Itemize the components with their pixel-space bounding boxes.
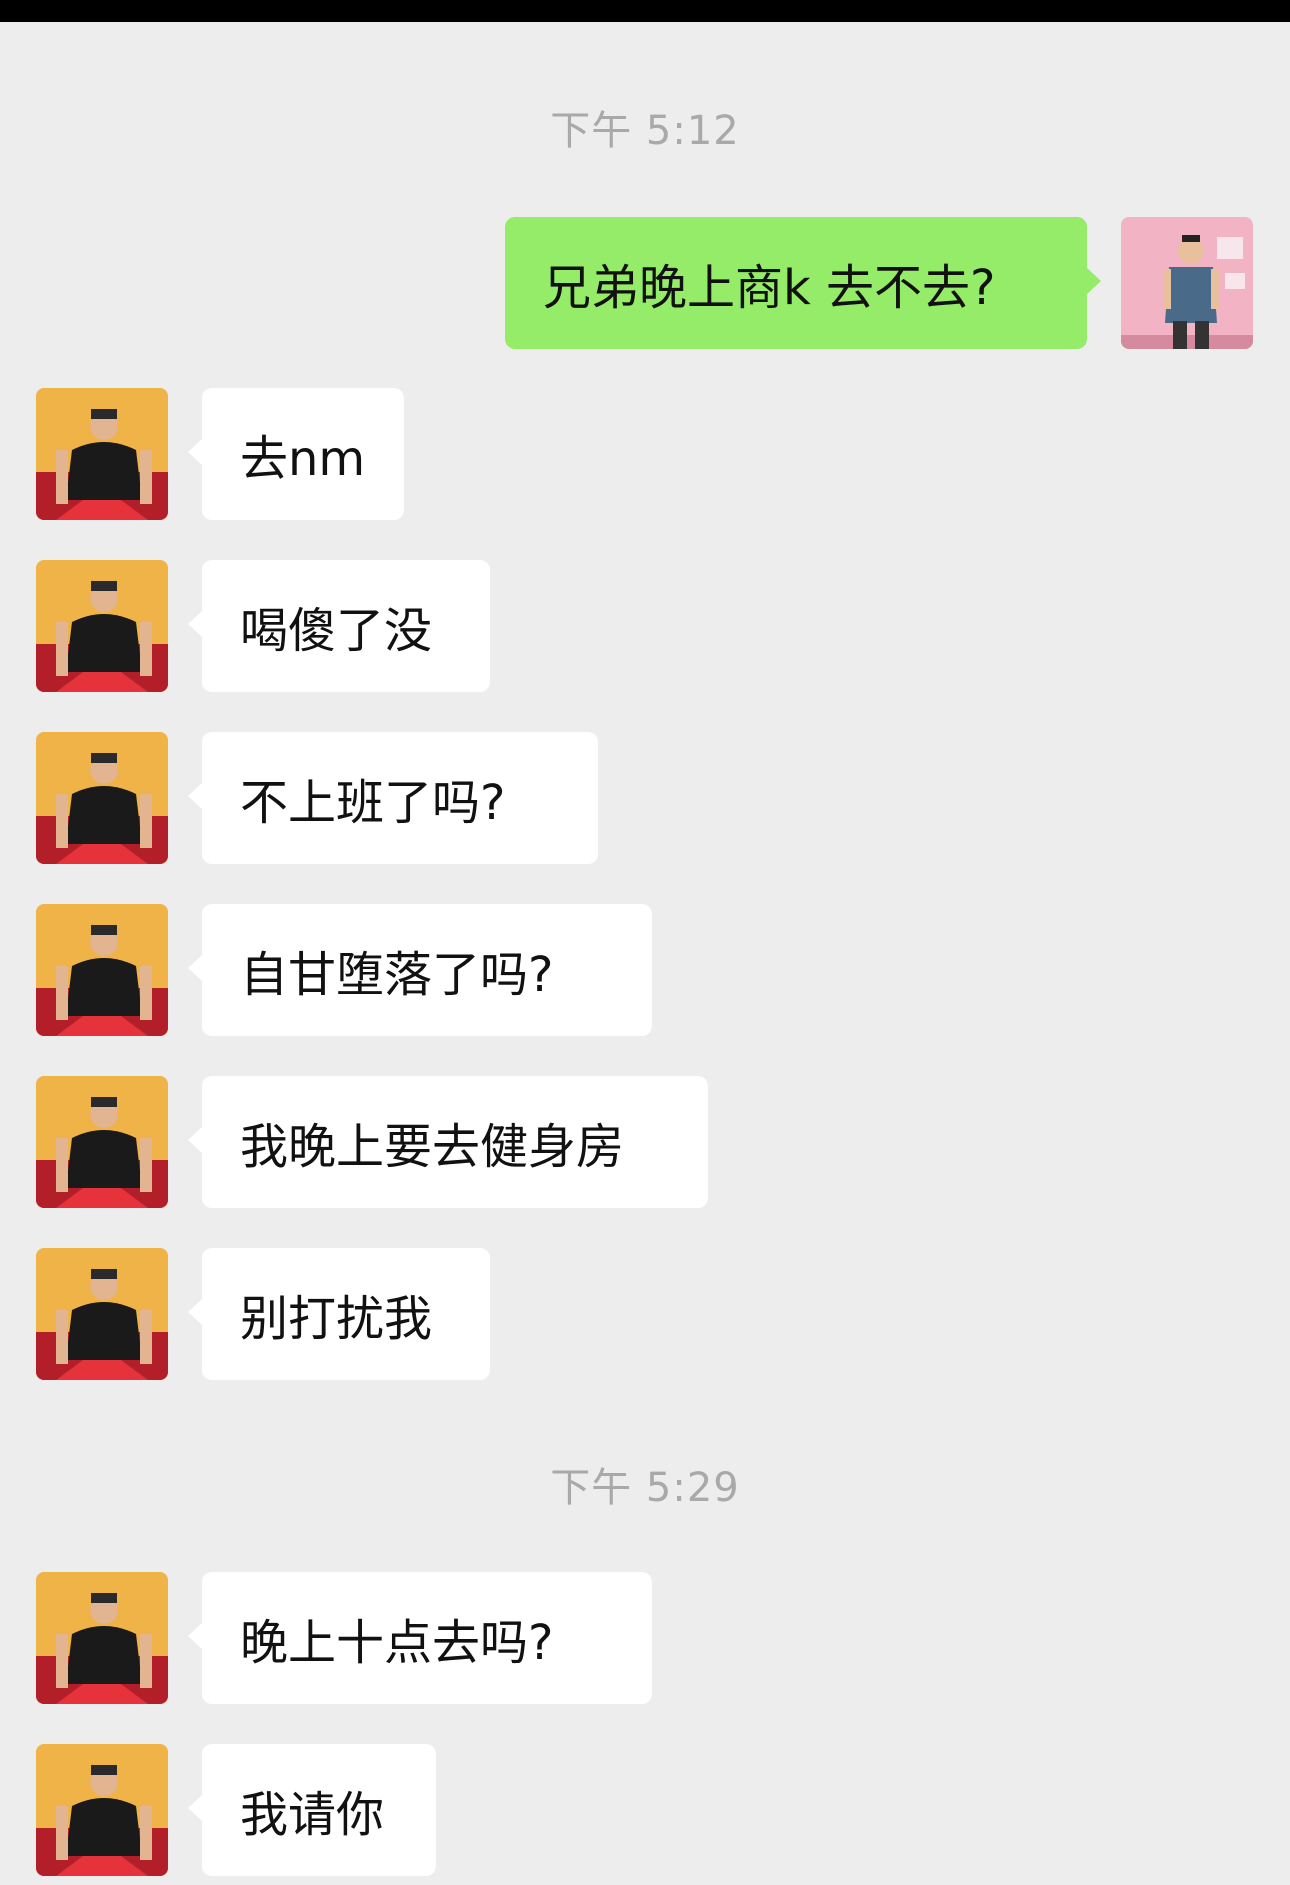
outgoing-message-bubble[interactable]: 兄弟晚上商k 去不去? xyxy=(505,217,1101,349)
contact-avatar[interactable] xyxy=(36,1248,168,1380)
person-avatar-icon xyxy=(36,1076,168,1208)
contact-avatar[interactable] xyxy=(36,1572,168,1704)
person-avatar-icon xyxy=(36,732,168,864)
contact-avatar[interactable] xyxy=(36,560,168,692)
person-avatar-icon xyxy=(36,388,168,520)
person-avatar-icon xyxy=(1121,217,1253,349)
person-avatar-icon xyxy=(36,904,168,1036)
chat-area[interactable]: 下午 5:12 兄弟晚上商k 去不去? 去nm 喝傻了没 不上班了吗? 自甘堕落… xyxy=(0,22,1290,1885)
incoming-message-bubble[interactable]: 不上班了吗? xyxy=(188,732,598,864)
person-avatar-icon xyxy=(36,1248,168,1380)
contact-avatar[interactable] xyxy=(36,1076,168,1208)
contact-avatar[interactable] xyxy=(36,732,168,864)
person-avatar-icon xyxy=(36,560,168,692)
my-avatar[interactable] xyxy=(1121,217,1253,349)
timestamp: 下午 5:12 xyxy=(550,108,740,154)
incoming-message-bubble[interactable]: 去nm xyxy=(188,388,404,520)
person-avatar-icon xyxy=(36,1744,168,1876)
timestamp: 下午 5:29 xyxy=(550,1465,740,1511)
contact-avatar[interactable] xyxy=(36,1744,168,1876)
incoming-message-bubble[interactable]: 自甘堕落了吗? xyxy=(188,904,652,1036)
incoming-message-bubble[interactable]: 喝傻了没 xyxy=(188,560,490,692)
person-avatar-icon xyxy=(36,1572,168,1704)
incoming-message-bubble[interactable]: 我请你 xyxy=(188,1744,436,1876)
contact-avatar[interactable] xyxy=(36,904,168,1036)
contact-avatar[interactable] xyxy=(36,388,168,520)
incoming-message-bubble[interactable]: 别打扰我 xyxy=(188,1248,490,1380)
incoming-message-bubble[interactable]: 晚上十点去吗? xyxy=(188,1572,652,1704)
status-bar xyxy=(0,0,1290,22)
incoming-message-bubble[interactable]: 我晚上要去健身房 xyxy=(188,1076,708,1208)
